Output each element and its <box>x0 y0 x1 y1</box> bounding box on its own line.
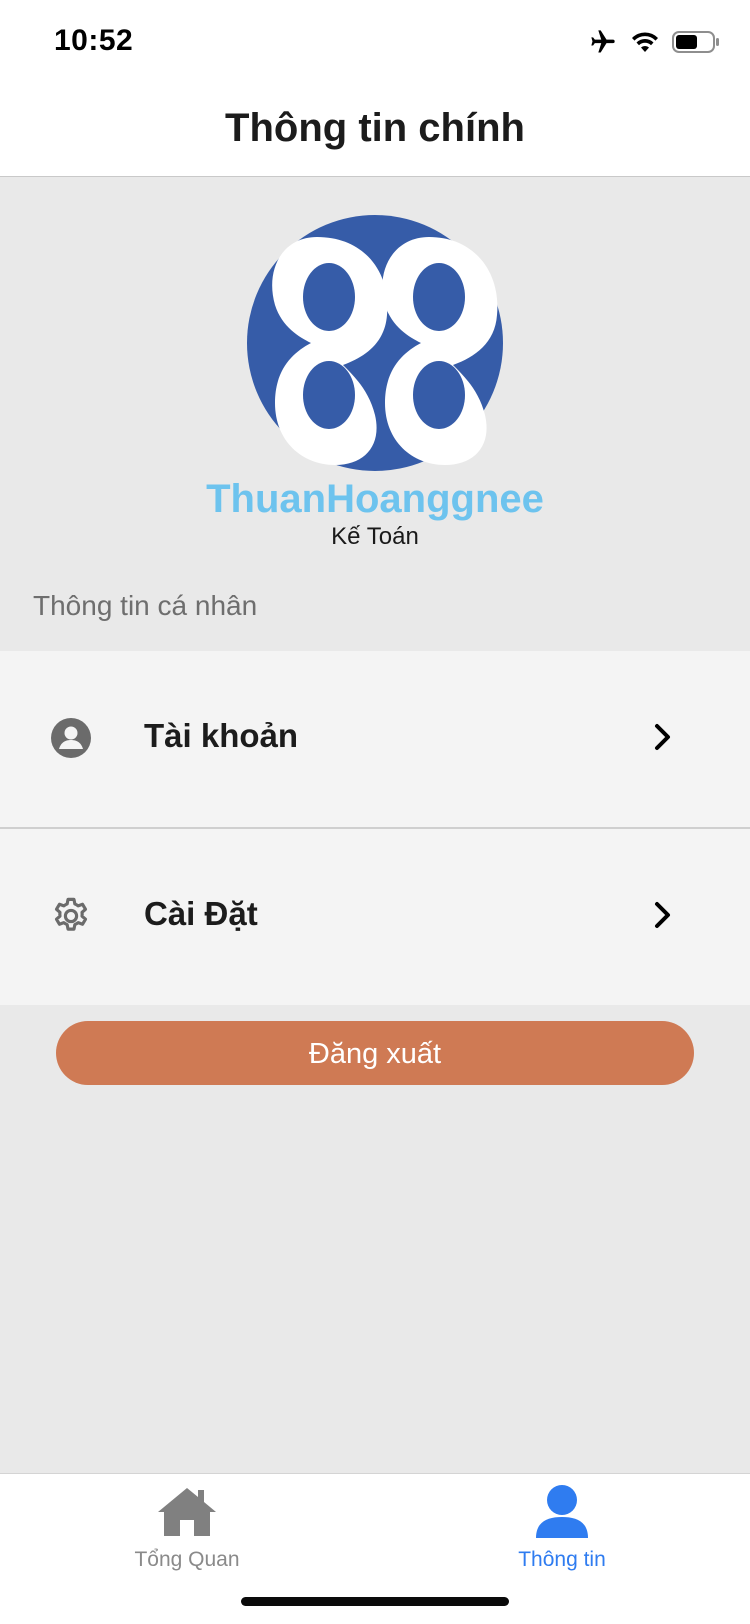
profile-section: ThuanHoanggnee Kế Toán <box>0 177 750 557</box>
logo-88-icon <box>247 215 503 471</box>
menu-item-account[interactable]: Tài khoản <box>0 651 750 829</box>
menu-item-label: Cài Đặt <box>144 895 258 932</box>
screen: 10:52 Thông tin chính ThuanHoanggnee Kế … <box>0 0 750 1624</box>
tab-overview[interactable]: Tổng Quan <box>87 1484 287 1584</box>
page-title: Thông tin chính <box>225 106 525 150</box>
tab-info[interactable]: Thông tin <box>462 1484 662 1584</box>
nav-header: Thông tin chính <box>0 90 750 177</box>
status-icons <box>588 28 720 56</box>
menu-item-settings[interactable]: Cài Đặt <box>0 829 750 1005</box>
chevron-right-icon <box>655 724 670 750</box>
home-indicator <box>241 1597 509 1606</box>
airplane-icon <box>591 30 615 53</box>
gear-icon <box>54 897 88 931</box>
user-circle-icon <box>51 718 91 758</box>
username: ThuanHoanggnee <box>206 477 544 521</box>
tab-label: Thông tin <box>518 1548 606 1571</box>
user-role: Kế Toán <box>331 523 419 550</box>
status-time: 10:52 <box>54 24 134 57</box>
battery-icon <box>672 31 719 53</box>
logout-button[interactable]: Đăng xuất <box>56 1021 694 1085</box>
section-label: Thông tin cá nhân <box>33 590 258 621</box>
status-bar: 10:52 <box>0 0 750 90</box>
menu-item-label: Tài khoản <box>144 717 299 754</box>
wifi-icon <box>632 32 658 52</box>
home-icon <box>158 1488 216 1536</box>
user-icon <box>536 1485 588 1538</box>
tab-label: Tổng Quan <box>134 1548 240 1571</box>
chevron-right-icon <box>655 902 670 928</box>
